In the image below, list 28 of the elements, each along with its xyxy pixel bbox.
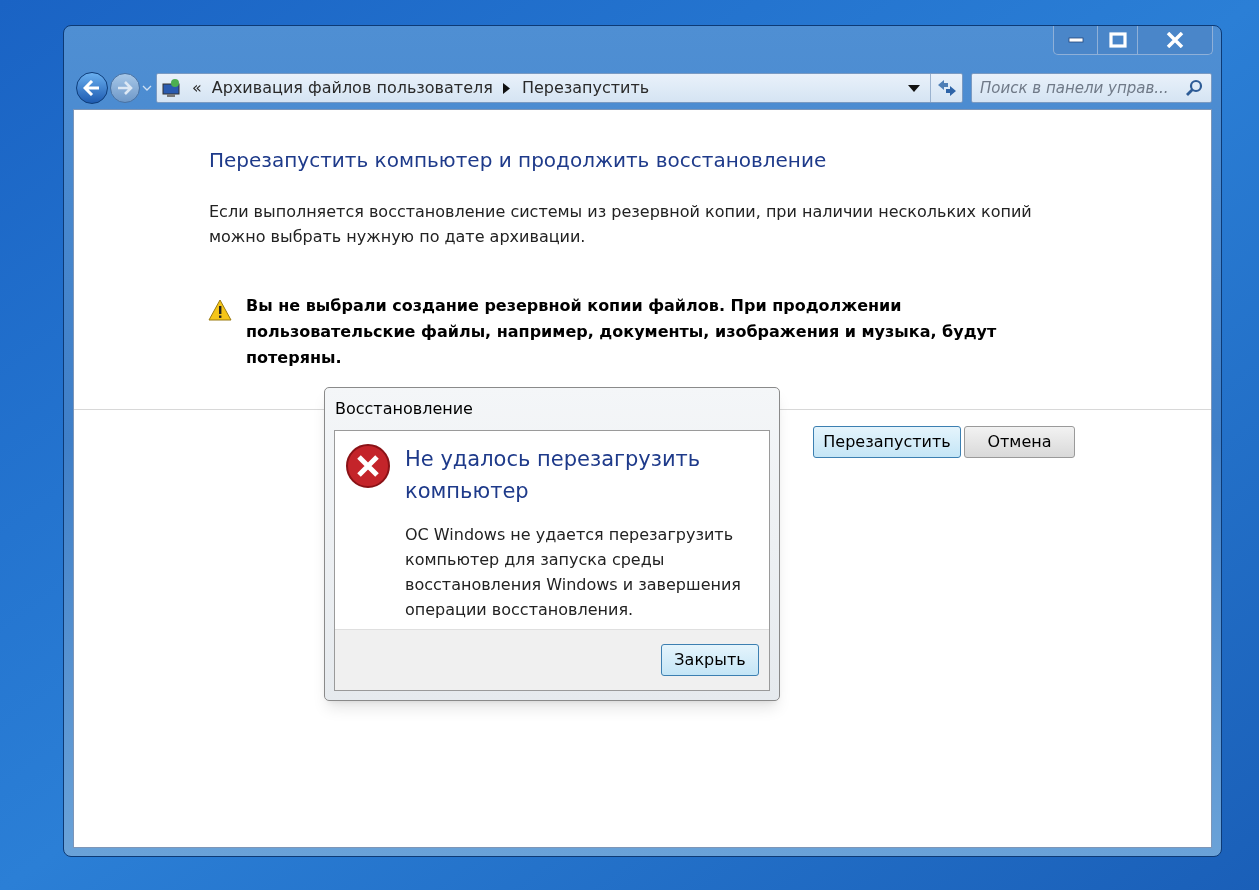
dialog-button[interactable]: Перезапустить [813, 426, 961, 458]
error-icon [345, 443, 391, 489]
dropdown-icon[interactable] [908, 84, 920, 92]
maximize-icon [1108, 32, 1127, 48]
dialog-button[interactable]: Закрыть [661, 644, 759, 676]
minimize-icon [1067, 37, 1084, 43]
page-heading: Перезапустить компьютер и продолжить восстановление [209, 147, 828, 174]
address-bar[interactable]: « Архивация файлов пользователя Перезапустить [156, 73, 963, 103]
warning-text: Вы не выбрали создание резервной копии файлов. При продолжении пользовательские файлы, например, документы, изображения и музыка, будут потеряны. [246, 295, 998, 369]
history-dropdown-icon[interactable] [142, 85, 152, 91]
forward-arrow-icon [117, 81, 133, 95]
breadcrumb-item[interactable]: Архивация файлов пользователя [211, 76, 493, 100]
backup-computer-icon [160, 78, 182, 98]
breadcrumb-separator-icon [502, 82, 510, 94]
warning-icon [208, 299, 232, 321]
search-field[interactable]: Поиск в панели управ... [971, 73, 1212, 103]
back-button[interactable] [76, 72, 108, 104]
forward-button[interactable] [110, 73, 140, 103]
search-icon [1185, 79, 1203, 97]
address-overflow[interactable]: « [192, 76, 202, 100]
close-icon [1166, 32, 1184, 48]
dialog-message: ОС Windows не удается перезагрузить компьютер для запуска среды восстановления Windows и завершения операции восстановления. [405, 524, 742, 621]
dialog-heading: Не удалось перезагрузить компьютер [405, 446, 702, 505]
breadcrumb-item[interactable]: Перезапустить [521, 76, 650, 100]
dialog-title: Восстановление [334, 398, 474, 420]
description-text: Если выполняется восстановление системы из резервной копии, при наличии нескольких копий можно выбрать нужную по дате архивации. [209, 201, 1033, 248]
back-arrow-icon [83, 80, 101, 96]
dialog-button[interactable]: Отмена [964, 426, 1075, 458]
